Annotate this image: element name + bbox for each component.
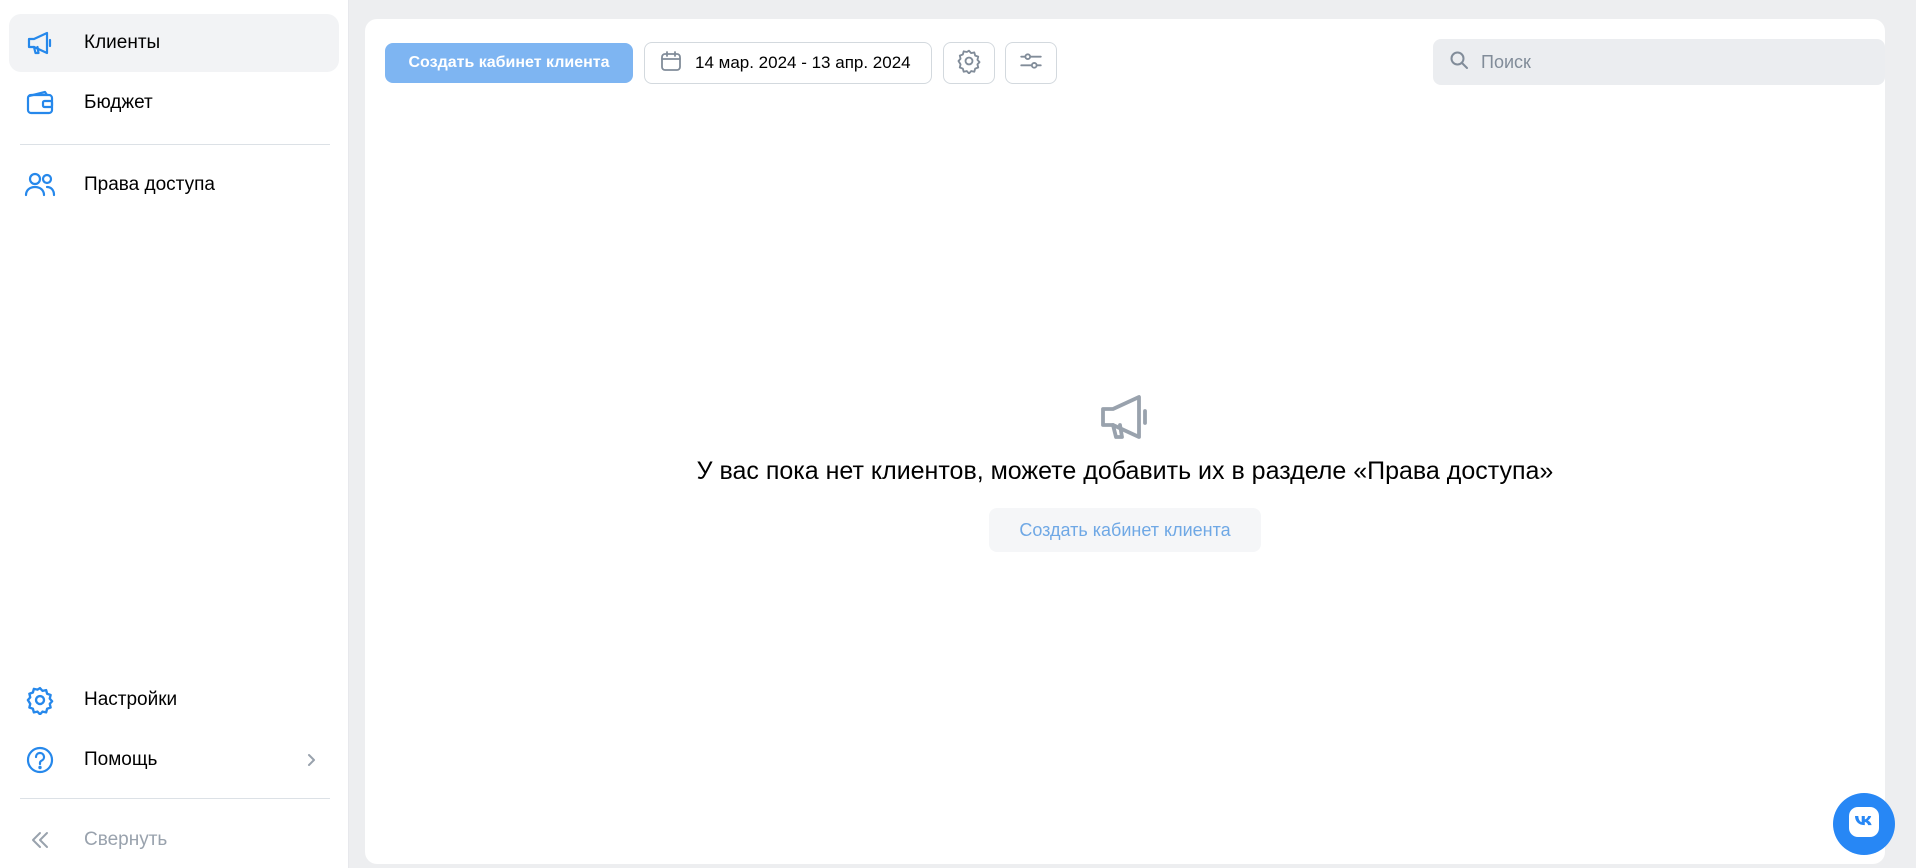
settings-button[interactable] [943, 42, 995, 84]
sidebar-divider [20, 144, 330, 145]
sidebar-item-budget[interactable]: Бюджет [9, 74, 339, 132]
vk-chat-button[interactable] [1833, 793, 1895, 855]
date-range-text: 14 мар. 2024 - 13 апр. 2024 [695, 53, 911, 72]
sidebar-item-clients[interactable]: Клиенты [9, 14, 339, 72]
app-root: Клиенты Бюджет Права доступа Настройки П… [0, 0, 1916, 868]
sidebar-item-label: Бюджет [84, 92, 153, 113]
sidebar-item-access[interactable]: Права доступа [9, 156, 339, 214]
filter-button[interactable] [1005, 42, 1057, 84]
sidebar-divider [20, 798, 330, 799]
sidebar-item-help[interactable]: Помощь [9, 731, 339, 789]
sliders-icon [1018, 48, 1044, 79]
sidebar-item-label: Права доступа [84, 174, 215, 195]
calendar-icon [659, 49, 683, 78]
megaphone-icon [24, 27, 56, 59]
megaphone-icon [1095, 387, 1155, 447]
empty-state-message: У вас пока нет клиентов, можете добавить… [696, 457, 1554, 485]
main-panel: Создать кабинет клиента 14 мар. 2024 - 1… [365, 19, 1885, 864]
vk-logo-icon [1847, 805, 1881, 844]
sidebar-item-label: Свернуть [84, 829, 168, 850]
help-icon [24, 744, 56, 776]
sidebar-item-label: Помощь [84, 749, 158, 770]
empty-state: У вас пока нет клиентов, можете добавить… [365, 387, 1885, 552]
sidebar-item-label: Настройки [84, 689, 178, 710]
search-icon [1449, 50, 1469, 75]
sidebar: Клиенты Бюджет Права доступа Настройки П… [0, 0, 349, 868]
collapse-icon [24, 824, 56, 856]
create-client-cabinet-button[interactable]: Создать кабинет клиента [385, 43, 633, 83]
chevron-right-icon [303, 752, 319, 768]
gear-icon [24, 684, 56, 716]
sidebar-item-collapse[interactable]: Свернуть [9, 811, 339, 868]
users-icon [24, 169, 56, 201]
sidebar-item-settings[interactable]: Настройки [9, 671, 339, 729]
gear-icon [956, 48, 982, 79]
create-client-cabinet-secondary-button[interactable]: Создать кабинет клиента [989, 508, 1261, 552]
date-range-picker[interactable]: 14 мар. 2024 - 13 апр. 2024 [644, 42, 932, 84]
search-input[interactable] [1479, 50, 1863, 74]
wallet-icon [24, 87, 56, 119]
search-box[interactable] [1433, 39, 1885, 85]
sidebar-item-label: Клиенты [84, 32, 161, 53]
